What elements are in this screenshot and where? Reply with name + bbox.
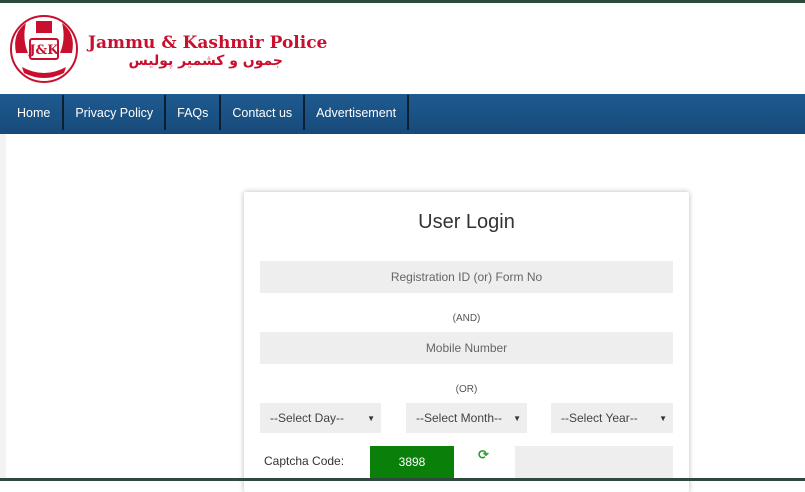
login-title: User Login xyxy=(418,211,515,233)
left-gutter xyxy=(0,134,6,481)
select-year-value: --Select Year-- xyxy=(561,411,638,425)
select-day[interactable]: --Select Day-- ▼ xyxy=(260,403,381,433)
nav-advertisement[interactable]: Advertisement xyxy=(305,95,410,130)
and-separator: (AND) xyxy=(452,313,481,324)
nav-privacy-policy[interactable]: Privacy Policy xyxy=(64,95,167,130)
captcha-code: 3898 xyxy=(370,446,454,478)
site-header: J&K Jammu & Kashmir Police جموں و کشمیر … xyxy=(0,3,805,94)
brand-title-english: Jammu & Kashmir Police xyxy=(88,33,328,53)
select-month-value: --Select Month-- xyxy=(416,411,503,425)
registration-id-input[interactable] xyxy=(260,261,673,293)
or-separator: (OR) xyxy=(455,384,478,395)
captcha-input[interactable] xyxy=(515,446,673,478)
caret-down-icon: ▼ xyxy=(659,413,667,423)
svg-text:J&K: J&K xyxy=(28,43,59,58)
caret-down-icon: ▼ xyxy=(367,413,375,423)
refresh-icon[interactable]: ⟳ xyxy=(478,447,489,463)
main-nav: Home Privacy Policy FAQs Contact us Adve… xyxy=(0,94,805,134)
brand-title-urdu: جموں و کشمیر پولیس xyxy=(128,53,283,69)
mobile-number-input[interactable] xyxy=(260,332,673,364)
jk-police-emblem-icon[interactable]: J&K xyxy=(8,13,80,85)
select-month[interactable]: --Select Month-- ▼ xyxy=(406,403,527,433)
nav-faqs[interactable]: FAQs xyxy=(166,95,222,130)
select-year[interactable]: --Select Year-- ▼ xyxy=(551,403,673,433)
caret-down-icon: ▼ xyxy=(513,413,521,423)
select-day-value: --Select Day-- xyxy=(270,411,345,425)
brand: Jammu & Kashmir Police جموں و کشمیر پولی… xyxy=(88,33,327,69)
nav-contact-us[interactable]: Contact us xyxy=(221,95,306,130)
captcha-label: Captcha Code: xyxy=(264,454,345,468)
nav-home[interactable]: Home xyxy=(0,95,65,130)
